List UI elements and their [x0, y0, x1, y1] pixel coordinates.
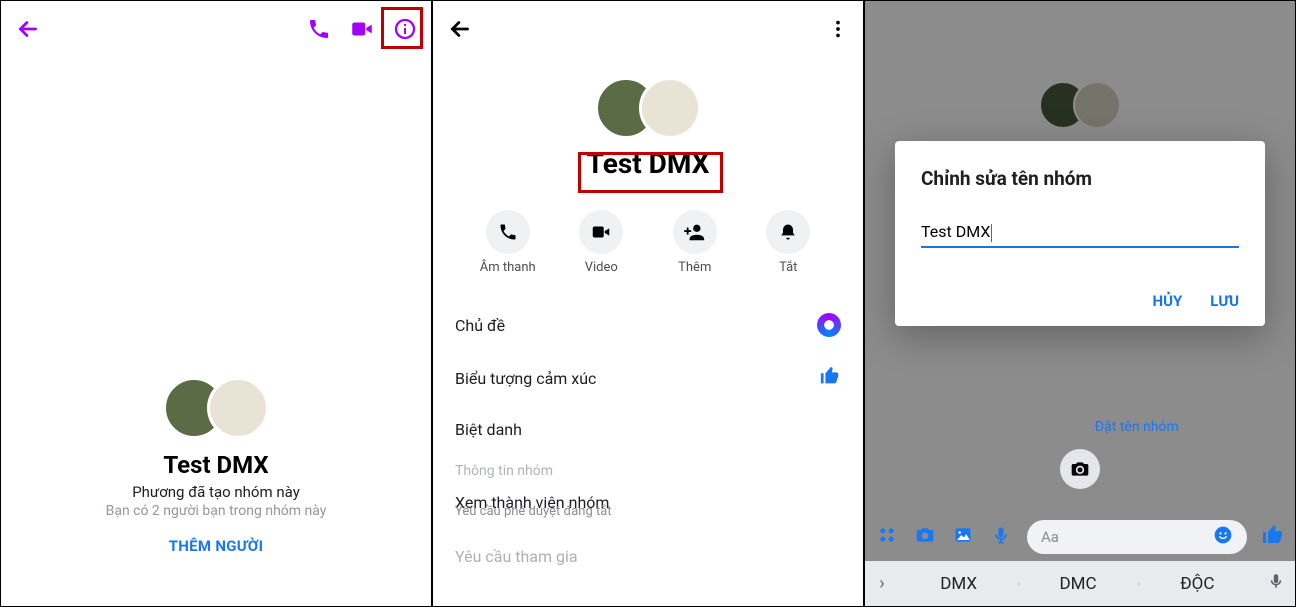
action-mute[interactable]: Tắt	[748, 210, 828, 275]
input-value: Test DMX	[921, 222, 990, 241]
row-label: Yêu cầu tham gia	[455, 547, 578, 566]
group-name[interactable]: Test DMX	[587, 147, 710, 180]
row-nickname[interactable]: Biệt danh	[433, 406, 863, 453]
emoji-icon[interactable]	[1213, 525, 1233, 549]
system-text: Bạn đã tạo nhóm.	[981, 419, 1095, 435]
section-header: Thông tin nhóm	[433, 453, 863, 479]
action-video[interactable]: Video	[561, 210, 641, 275]
settings-list: Chủ đề Biểu tượng cảm xúc Biệt danh Thôn…	[433, 299, 863, 580]
chat-header	[1, 1, 431, 57]
back-icon[interactable]	[15, 16, 41, 42]
add-person-icon	[684, 221, 706, 243]
row-requests[interactable]: Yêu cầu tham gia	[433, 533, 863, 580]
phone-icon	[498, 222, 518, 242]
thumbs-up-icon[interactable]	[1261, 523, 1285, 552]
dialog-title: Chỉnh sửa tên nhóm	[921, 167, 1239, 190]
row-theme[interactable]: Chủ đề	[433, 299, 863, 351]
quick-actions: Âm thanh Video Thêm Tắt	[461, 210, 835, 275]
info-icon[interactable]	[393, 17, 417, 41]
message-input[interactable]: Aa	[1027, 520, 1247, 554]
set-name-link[interactable]: Đặt tên nhóm	[1095, 419, 1179, 435]
settings-header	[433, 1, 863, 57]
suggestion[interactable]: DMC	[1018, 574, 1137, 594]
avatar	[207, 377, 269, 439]
row-label: Biểu tượng cảm xúc	[455, 369, 596, 388]
text-caret	[991, 224, 992, 242]
more-icon[interactable]	[827, 18, 849, 40]
add-people-button[interactable]: THÊM NGƯỜI	[31, 537, 401, 555]
video-icon	[590, 221, 612, 243]
rename-group-dialog: Chỉnh sửa tên nhóm Test DMX HỦY LƯU	[895, 141, 1265, 326]
input-placeholder: Aa	[1041, 528, 1059, 546]
bell-icon	[778, 222, 798, 242]
thumbs-up-icon	[819, 365, 841, 392]
cancel-button[interactable]: HỦY	[1153, 292, 1183, 310]
group-avatars	[433, 77, 863, 139]
group-name: Test DMX	[31, 451, 401, 479]
action-label: Âm thanh	[480, 260, 536, 275]
group-name-input[interactable]: Test DMX	[921, 218, 1239, 248]
message-input-bar: Aa	[865, 513, 1295, 561]
suggestion[interactable]: ĐỘC	[1138, 574, 1257, 594]
action-add[interactable]: Thêm	[655, 210, 735, 275]
panel-rename-dialog: Bạn đã tạo nhóm. Đặt tên nhóm Aa › DMX D…	[864, 0, 1296, 607]
row-label: Chủ đề	[455, 316, 505, 335]
avatar	[639, 77, 701, 139]
save-button[interactable]: LƯU	[1210, 292, 1239, 310]
row-members-note: Yêu cầu phê duyệt đang tắt	[433, 504, 863, 533]
group-avatars	[31, 377, 401, 439]
chevron-icon[interactable]: ›	[865, 573, 899, 594]
panel-group-settings: Test DMX Âm thanh Video Thêm Tắt	[432, 0, 864, 607]
apps-icon[interactable]	[875, 525, 899, 550]
suggestion[interactable]: DMX	[899, 574, 1018, 594]
action-label: Video	[585, 260, 618, 275]
keyboard-mic-icon[interactable]	[1257, 572, 1295, 595]
panel-chat-empty: Test DMX Phương đã tạo nhóm này Bạn có 2…	[0, 0, 432, 607]
action-label: Tắt	[779, 260, 797, 275]
back-icon[interactable]	[447, 16, 473, 42]
theme-color-icon	[817, 313, 841, 337]
chat-empty-state: Test DMX Phương đã tạo nhóm này Bạn có 2…	[1, 377, 431, 555]
system-message: Bạn đã tạo nhóm. Đặt tên nhóm	[865, 419, 1295, 435]
camera-button[interactable]	[1060, 449, 1100, 489]
camera-icon[interactable]	[913, 525, 937, 550]
row-label: Biệt danh	[455, 420, 522, 439]
video-icon[interactable]	[349, 16, 375, 42]
gallery-icon[interactable]	[951, 525, 975, 550]
keyboard-suggestion-bar: › DMX DMC ĐỘC	[865, 561, 1295, 606]
group-header-block: Test DMX	[433, 57, 863, 180]
friends-note: Bạn có 2 người bạn trong nhóm này	[31, 503, 401, 519]
action-audio[interactable]: Âm thanh	[468, 210, 548, 275]
mic-icon[interactable]	[989, 525, 1013, 550]
created-by-text: Phương đã tạo nhóm này	[31, 483, 401, 501]
action-label: Thêm	[678, 260, 711, 275]
row-emoji[interactable]: Biểu tượng cảm xúc	[433, 351, 863, 406]
phone-icon[interactable]	[307, 17, 331, 41]
